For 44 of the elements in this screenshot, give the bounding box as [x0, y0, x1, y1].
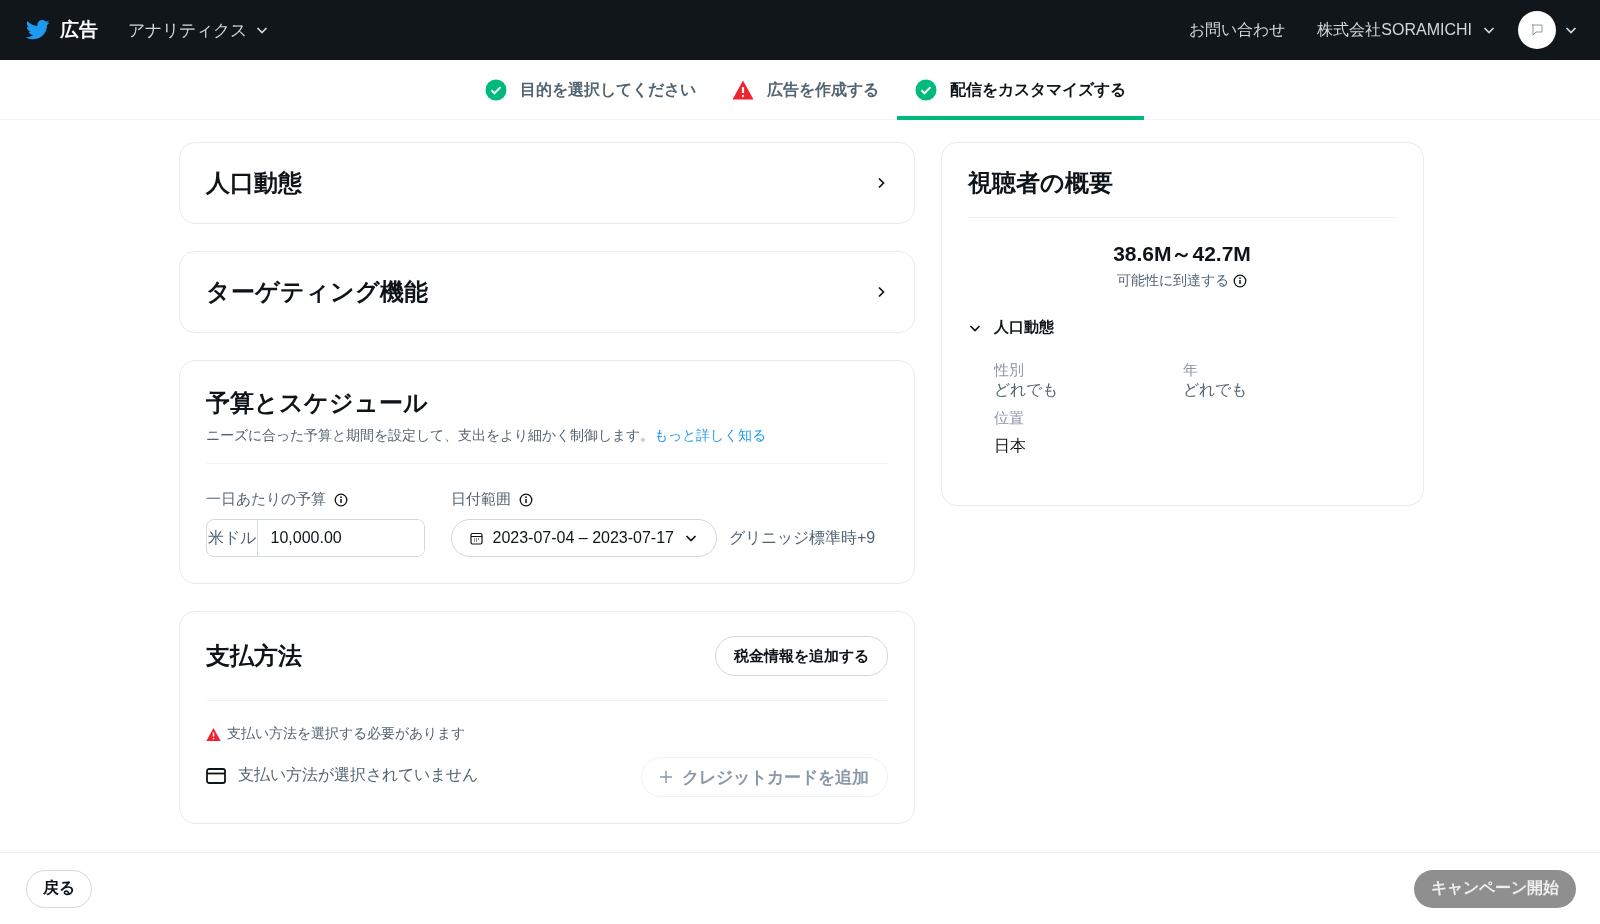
add-tax-info-button[interactable]: 税金情報を追加する — [714, 636, 888, 676]
logo-text: 広告 — [60, 18, 98, 42]
plus-icon — [659, 771, 672, 783]
currency-label: 米ドル — [206, 520, 258, 556]
analytics-menu[interactable]: アナリティクス — [128, 18, 269, 42]
timezone-text: グリニッジ標準時+9 — [729, 527, 876, 548]
field-label: 日付範囲 — [450, 490, 511, 509]
step-tab[interactable]: 配信をカスタマイズする — [896, 60, 1144, 120]
back-button[interactable]: 戻る — [26, 869, 92, 908]
field-label: 一日あたりの予算 — [205, 490, 326, 509]
field-value: どれでも — [1182, 380, 1248, 400]
warning-icon — [205, 726, 221, 742]
check-circle-icon — [484, 79, 507, 101]
date-range-picker[interactable]: 2023-07-04 – 2023-07-17 — [450, 519, 717, 557]
credit-card-icon — [205, 767, 226, 784]
empty-payment-text: 支払い方法が選択されていません — [237, 765, 478, 785]
field-value: どれでも — [993, 380, 1059, 400]
warning-icon — [731, 79, 754, 101]
card-title: 視聴者の概要 — [967, 168, 1114, 198]
card-title: 支払方法 — [205, 641, 302, 671]
section-title[interactable]: ターゲティング機能 — [205, 276, 428, 308]
field-value: 日本 — [993, 436, 1027, 456]
step-tab[interactable]: 広告を作成する — [713, 60, 897, 120]
avatar[interactable] — [1518, 11, 1556, 49]
info-icon[interactable] — [518, 492, 533, 507]
contact-link[interactable]: お問い合わせ — [1189, 19, 1286, 41]
section-title[interactable]: 人口動態 — [205, 167, 302, 199]
reach-label: 可能性に到達する — [1117, 272, 1229, 290]
info-icon[interactable] — [333, 492, 348, 507]
field-label: 性別 — [993, 361, 1025, 380]
description-text: ニーズに合った予算と期間を設定して、支出をより細かく制御します。もっと詳しく知る — [205, 427, 767, 445]
info-icon[interactable] — [1233, 274, 1247, 288]
demographics-toggle[interactable]: 人口動態 — [967, 318, 1054, 337]
budget-field[interactable]: 米ドル 10,000.00 — [205, 519, 425, 557]
calendar-icon — [469, 531, 483, 545]
field-label: 位置 — [993, 409, 1025, 428]
field-label: 年 — [1182, 361, 1199, 380]
bird-logo-icon[interactable] — [26, 20, 50, 40]
warning-text: 支払い方法を選択する必要があります — [226, 725, 465, 743]
check-circle-icon — [914, 79, 937, 101]
card-title: 予算とスケジュール — [205, 388, 429, 418]
account-menu[interactable]: 株式会社SORAMICHI — [1317, 19, 1496, 41]
reach-value: 38.6M～42.7M — [1112, 241, 1252, 267]
step-tab[interactable]: 目的を選択してください — [466, 60, 714, 120]
